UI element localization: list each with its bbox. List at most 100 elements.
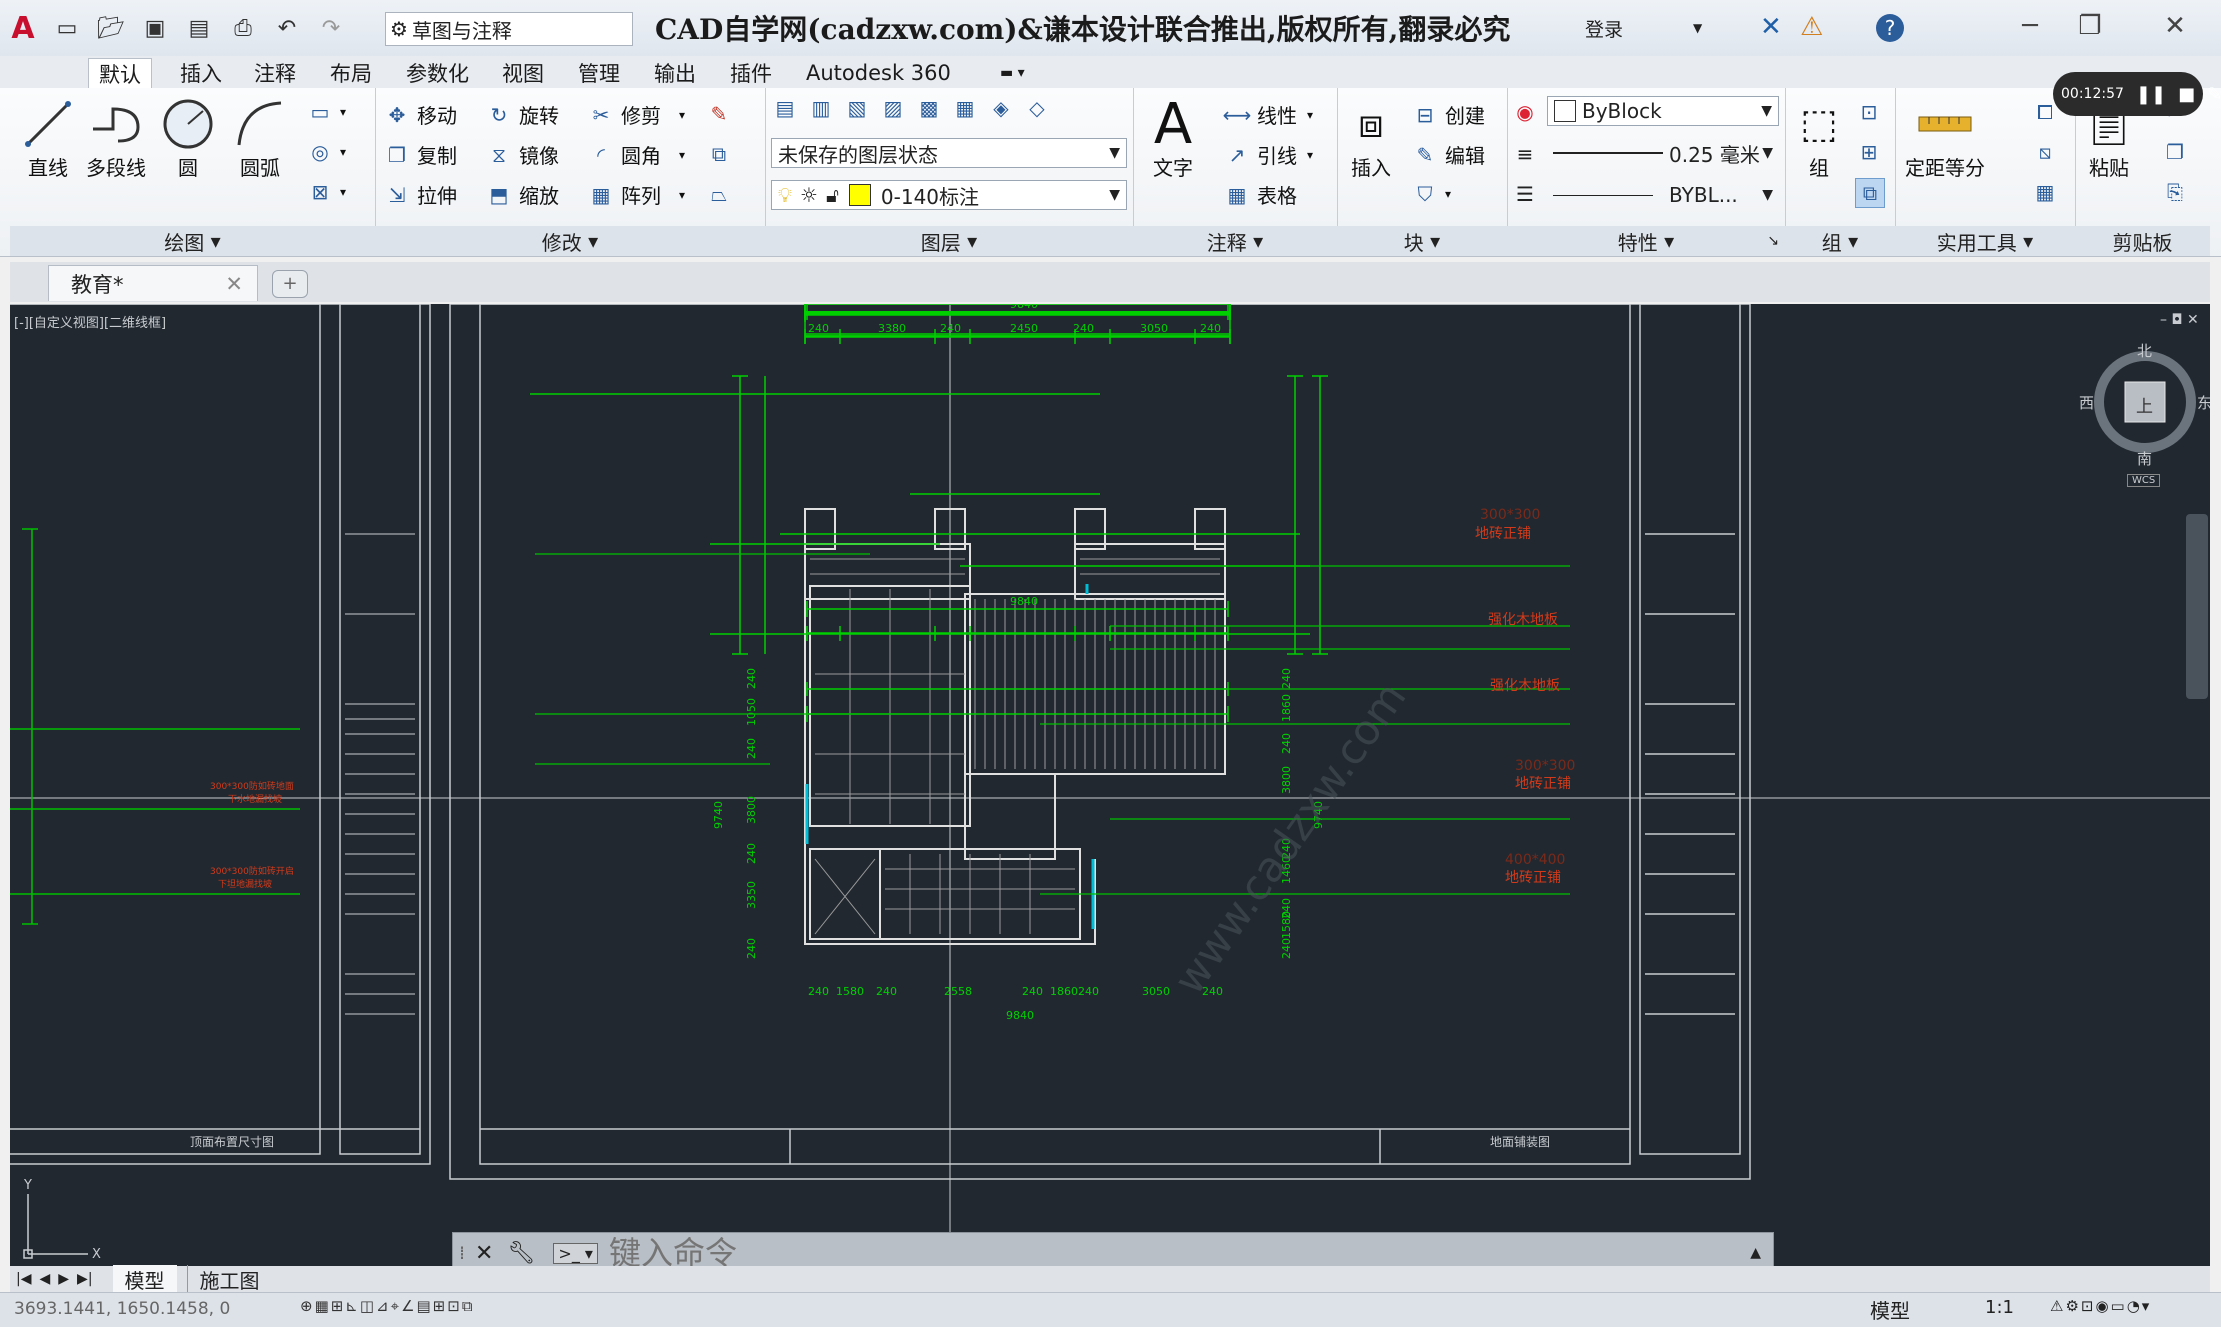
layer-properties-icon[interactable]: ▤ [771, 94, 799, 122]
pen-icon[interactable]: ✎ [2207, 84, 2221, 105]
layer-previous-icon[interactable]: ▧ [843, 94, 871, 122]
calculator-button[interactable]: ▦ [2031, 178, 2059, 206]
status-tray-icons[interactable]: ⚠⚙⊡◉▭◔▾ [2050, 1297, 2151, 1315]
model-space-toggle[interactable]: 模型 [1870, 1295, 1910, 1324]
line-button[interactable]: 直线 [20, 96, 76, 181]
color-dropdown[interactable]: ByBlock ▼ [1547, 96, 1779, 126]
open-file-icon[interactable]: 📂︎ [96, 13, 126, 43]
match-properties-button[interactable]: ◉ [1511, 98, 1539, 126]
document-tab[interactable]: 教育* ✕ [48, 265, 258, 301]
exchange-icon[interactable]: ✕ [1760, 12, 1782, 42]
tab-parametric[interactable]: 参数化 [396, 58, 479, 88]
scale-button[interactable]: ⬒ 缩放 [485, 180, 559, 209]
edit-block-button[interactable]: ✎ 编辑 [1411, 140, 1485, 169]
rotate-button[interactable]: ↻ 旋转 [485, 100, 559, 129]
move-button[interactable]: ✥ 移动 [383, 100, 457, 129]
array-button[interactable]: ▦ 阵列 ▾ [587, 180, 685, 209]
tab-output[interactable]: 输出 [644, 58, 706, 88]
measure-button[interactable]: 定距等分 [1905, 96, 1985, 181]
table-button[interactable]: ▦ 表格 [1223, 180, 1297, 209]
viewcube-top[interactable]: 上 [2136, 392, 2153, 417]
offset-button[interactable]: ⏢ [705, 180, 733, 208]
tab-manage[interactable]: 管理 [568, 58, 630, 88]
command-input[interactable] [607, 1237, 1711, 1269]
mirror-button[interactable]: ⧖ 镜像 [485, 140, 559, 169]
layer-off-icon[interactable]: ◈ [987, 94, 1015, 122]
tab-insert[interactable]: 插入 [170, 58, 232, 88]
new-file-icon[interactable]: ▭ [52, 13, 82, 43]
layer-state-dropdown[interactable]: 未保存的图层状态 ▼ [771, 138, 1127, 168]
grip-icon[interactable]: ⁞ [459, 1242, 465, 1264]
annotation-panel-title[interactable]: 注释 ▾ [1133, 226, 1337, 256]
rectangle-button[interactable]: ▭ ▾ [306, 98, 346, 126]
group-selection-toggle[interactable]: ⧉ [1855, 178, 1885, 208]
close-icon[interactable]: ✕ [225, 272, 243, 296]
layer-freeze-icon[interactable]: ▦ [951, 94, 979, 122]
clipboard-panel-title[interactable]: 剪贴板 [2075, 226, 2210, 256]
ungroup-button[interactable]: ⊡ [1855, 98, 1883, 126]
copy-clip-button[interactable]: ❐ [2161, 138, 2189, 166]
close-button[interactable]: ✕ [2145, 6, 2205, 46]
help-icon[interactable]: ? [1876, 14, 1904, 42]
viewcube[interactable]: 北 南 东 西 上 WCS [2079, 340, 2210, 487]
utilities-panel-title[interactable]: 实用工具 ▾ [1895, 226, 2075, 256]
layer-match-icon[interactable]: ▥ [807, 94, 835, 122]
app-menu-icon[interactable]: A [8, 11, 38, 46]
circle-button[interactable]: 圆 [160, 96, 216, 181]
linetype-dropdown[interactable]: BYBL... ▼ [1547, 180, 1779, 210]
groups-panel-title[interactable]: 组 ▾ [1785, 226, 1895, 256]
layer-isolate-icon[interactable]: ▨ [879, 94, 907, 122]
group-button[interactable]: ⬚ 组 [1791, 96, 1847, 181]
trim-button[interactable]: ✂ 修剪 ▾ [587, 100, 685, 129]
linear-dimension-button[interactable]: ⟷ 线性 ▾ [1223, 100, 1313, 129]
explode-button[interactable]: ⧉ [705, 140, 733, 168]
group-edit-button[interactable]: ⊞ [1855, 138, 1883, 166]
leader-button[interactable]: ↗ 引线 ▾ [1223, 140, 1313, 169]
save-icon[interactable]: ▣ [140, 13, 170, 43]
command-history-icon[interactable]: ▲ [1750, 1245, 1761, 1261]
layer-dropdown[interactable]: 💡︎ ☼ 🔓︎ 0-140标注 ▼ [771, 180, 1127, 210]
viewcube-north[interactable]: 北 [2137, 340, 2152, 361]
create-block-button[interactable]: ⊟ 创建 [1411, 100, 1485, 129]
wcs-menu[interactable]: WCS [2127, 474, 2161, 487]
layout-nav-first-icon[interactable]: |◀ [16, 1271, 31, 1287]
layers-panel-title[interactable]: 图层 ▾ [765, 226, 1133, 256]
a360-icon[interactable]: ⚠ [1800, 12, 1823, 42]
viewcube-east[interactable]: 东 [2197, 392, 2210, 413]
tab-options-icon[interactable]: ▬ ▾ [990, 58, 1035, 88]
undo-icon[interactable]: ↶ [272, 13, 302, 43]
pause-icon[interactable]: ❚❚ [2136, 84, 2166, 105]
layer-unisolate-icon[interactable]: ▩ [915, 94, 943, 122]
polyline-button[interactable]: 多段线 [86, 96, 146, 181]
drafting-toggles[interactable]: ⊕▦⊞⊾◫⊿⌖∠▤⊞⊡⧉ [300, 1297, 475, 1315]
insert-block-button[interactable]: ⧈ 插入 [1343, 96, 1399, 181]
copy-base-button[interactable]: ⎘ [2161, 178, 2189, 206]
hatch-button[interactable]: ◎ ▾ [306, 138, 346, 166]
navigation-bar[interactable] [2186, 514, 2208, 699]
text-button[interactable]: A 文字 [1145, 92, 1201, 181]
stretch-button[interactable]: ⇲ 拉伸 [383, 180, 457, 209]
tab-plugins[interactable]: 插件 [720, 58, 782, 88]
annotation-scale[interactable]: 1:1 [1985, 1297, 2014, 1318]
tab-default[interactable]: 默认 [88, 58, 152, 89]
layer-lock-icon[interactable]: ◇ [1023, 94, 1051, 122]
close-icon[interactable]: ✕ [475, 1241, 493, 1266]
viewcube-west[interactable]: 西 [2079, 392, 2094, 413]
new-tab-button[interactable]: + [272, 270, 308, 298]
tab-model[interactable]: 模型 [112, 1264, 177, 1294]
command-prompt-icon[interactable]: >_ ▾ [553, 1242, 598, 1264]
restore-button[interactable]: ❐ [2060, 6, 2120, 46]
tab-autodesk-360[interactable]: Autodesk 360 [796, 58, 961, 88]
panel-launcher-icon[interactable]: ↘ [1767, 233, 1779, 249]
block-panel-title[interactable]: 块 ▾ [1337, 226, 1507, 256]
tab-view[interactable]: 视图 [492, 58, 554, 88]
redo-icon[interactable]: ↷ [316, 13, 346, 43]
drawing-canvas[interactable]: [-][自定义视图][二维线框] 9840 240 3380 240 2450 … [10, 304, 2210, 1266]
modify-panel-title[interactable]: 修改 ▾ [375, 226, 765, 256]
boundary-button[interactable]: ⊠ ▾ [306, 178, 346, 206]
layout-nav-last-icon[interactable]: ▶| [77, 1271, 92, 1287]
draw-panel-title[interactable]: 绘图 ▾ [10, 226, 375, 256]
arc-button[interactable]: 圆弧 [232, 96, 288, 181]
sign-in[interactable]: 登录 ▼ [1585, 12, 1735, 44]
save-as-icon[interactable]: ▤ [184, 13, 214, 43]
